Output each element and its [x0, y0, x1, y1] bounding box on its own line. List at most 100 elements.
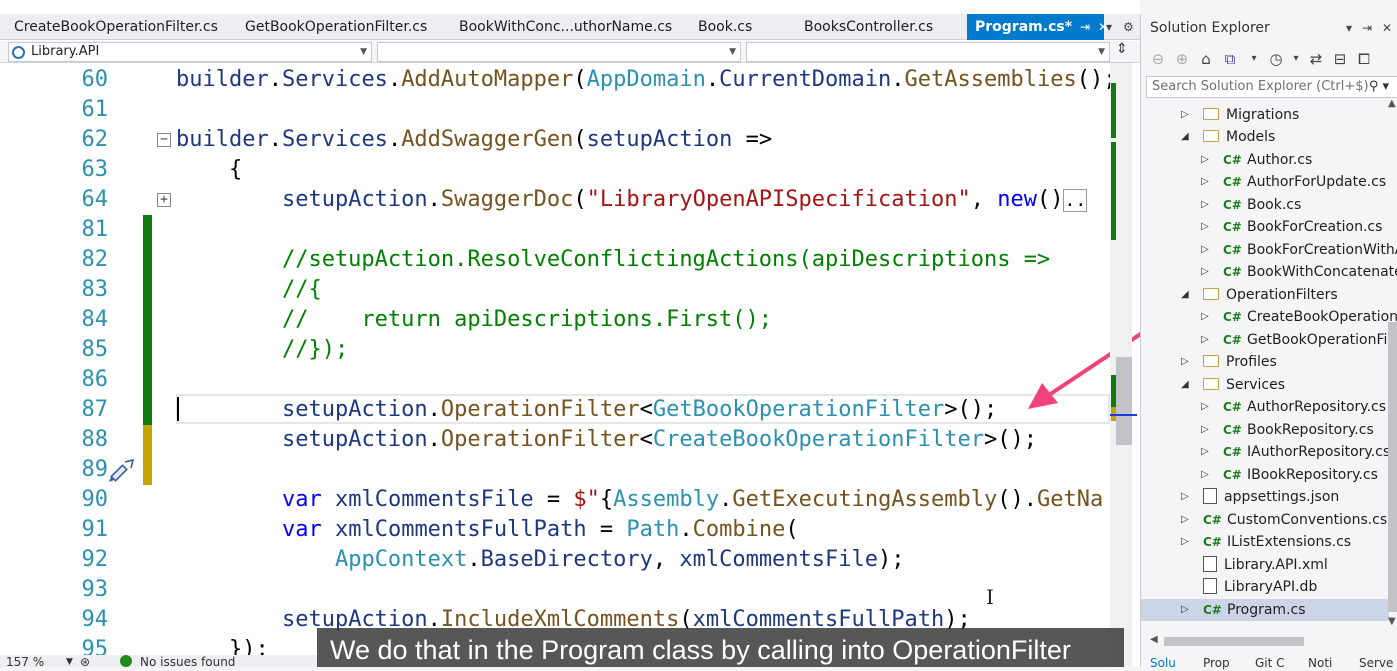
- pending-changes-icon[interactable]: ◷: [1267, 50, 1285, 68]
- tab-getbookoperationfilter[interactable]: GetBookOperationFilter.cs: [231, 14, 427, 40]
- csharp-file-icon: C#: [1203, 603, 1222, 617]
- tab-book[interactable]: Book.cs: [684, 14, 752, 40]
- split-editor-icon[interactable]: ⇕: [1116, 41, 1128, 57]
- tree-folder-models[interactable]: ◢ Models: [1181, 126, 1275, 148]
- tree-item-library-api-xml[interactable]: Library.API.xml: [1181, 554, 1328, 576]
- video-caption: We do that in the Program class by calli…: [317, 628, 1124, 667]
- line-number: 92: [81, 547, 109, 572]
- tree-item-bookforcreation[interactable]: ▷ C# BookForCreation.cs: [1201, 216, 1382, 238]
- pin-icon[interactable]: ⇥: [1080, 20, 1090, 34]
- code-line: 62− builder.Services.AddSwaggerGen(setupA…: [0, 125, 1110, 155]
- tree-item-book[interactable]: ▷ C# Book.cs: [1201, 194, 1301, 216]
- editor-scrollbar-thumb[interactable]: [1116, 357, 1132, 445]
- current-line-highlight: [176, 394, 1110, 424]
- tab-notifications[interactable]: Noti: [1308, 655, 1332, 671]
- tree-item-authorforupdate[interactable]: ▷ C# AuthorForUpdate.cs: [1201, 171, 1386, 193]
- tree-item-bookforcreationwithauthor[interactable]: ▷ C# BookForCreationWithAı: [1201, 239, 1397, 261]
- pin-icon[interactable]: ⇥: [1362, 14, 1372, 40]
- line-number: 61: [81, 97, 109, 122]
- tab-program[interactable]: Program.cs* ⇥ ✕: [967, 14, 1108, 40]
- tree-item-author[interactable]: ▷ C# Author.cs: [1201, 149, 1312, 171]
- csharp-file-icon: C#: [1223, 468, 1242, 482]
- tab-git-changes[interactable]: Git C: [1255, 655, 1285, 671]
- sync-icon[interactable]: ⇄: [1307, 50, 1325, 68]
- tree-item-label: Library.API.xml: [1224, 557, 1328, 573]
- tree-item-ilistextensions[interactable]: ▷ C# IListExtensions.cs: [1181, 531, 1351, 553]
- show-all-files-icon[interactable]: ⧠: [1355, 50, 1373, 68]
- line-number: 60: [81, 67, 109, 92]
- tree-item-ibookrepository[interactable]: ▷ C# IBookRepository.cs: [1201, 464, 1378, 486]
- csharp-file-icon: C#: [1223, 333, 1242, 347]
- close-icon[interactable]: ✕: [1382, 14, 1392, 40]
- tree-item-label: Services: [1226, 377, 1286, 393]
- tab-properties[interactable]: Prop: [1203, 655, 1230, 671]
- change-marker: [143, 335, 152, 365]
- solution-explorer-scrollbar-thumb[interactable]: [1388, 322, 1397, 612]
- project-dropdown[interactable]: Library.API ▼: [8, 42, 372, 62]
- tree-item-label: BookForCreationWithAı: [1247, 242, 1397, 258]
- tab-program-label: Program.cs*: [975, 19, 1073, 35]
- search-icon[interactable]: ⚲ ▾: [1369, 77, 1389, 97]
- csharp-file-icon: C#: [1223, 310, 1242, 324]
- scroll-down-icon[interactable]: ▼: [1388, 616, 1396, 627]
- change-marker: [143, 215, 152, 245]
- code-line: 88 setupAction.OperationFilter<CreateBoo…: [0, 425, 1110, 455]
- tree-item-customconventions[interactable]: ▷ C# CustomConventions.cs: [1181, 509, 1387, 531]
- home-icon[interactable]: ⌂: [1197, 50, 1215, 68]
- tree-folder-migrations[interactable]: ▷ Migrations: [1181, 104, 1299, 126]
- chevron-down-icon[interactable]: ▾: [1245, 50, 1263, 68]
- back-icon[interactable]: ⊖: [1149, 50, 1167, 68]
- editor-status-bar: 157 % ▼ ⊛ No issues found: [0, 655, 320, 669]
- collapse-icon[interactable]: −: [157, 133, 171, 147]
- project-dropdown-value: Library.API: [31, 44, 100, 59]
- tab-bookscontroller[interactable]: BooksController.cs: [790, 14, 933, 40]
- gear-icon[interactable]: ⚙: [1123, 14, 1134, 40]
- tree-item-authorrepository[interactable]: ▷ C# AuthorRepository.cs: [1201, 396, 1386, 418]
- collapse-all-icon[interactable]: ⊟: [1331, 50, 1349, 68]
- tab-solution-explorer[interactable]: Solu: [1150, 655, 1176, 671]
- line-number: 94: [81, 607, 109, 632]
- switch-views-icon[interactable]: ⧉: [1221, 50, 1239, 68]
- change-marker: [143, 305, 152, 335]
- solution-explorer-hscrollbar-thumb[interactable]: [1164, 637, 1304, 646]
- tree-item-libraryapi-db[interactable]: LibraryAPI.db: [1181, 576, 1317, 598]
- quick-actions-icon[interactable]: [105, 458, 137, 486]
- scroll-up-icon[interactable]: ▲: [1388, 98, 1396, 109]
- line-number: 90: [81, 487, 109, 512]
- chevron-down-icon: ▼: [1098, 47, 1105, 57]
- tree-item-appsettings[interactable]: ▷ appsettings.json: [1181, 486, 1339, 508]
- line-number: 84: [81, 307, 109, 332]
- tree-folder-operationfilters[interactable]: ◢ OperationFilters: [1181, 284, 1338, 306]
- tree-item-label: AuthorForUpdate.cs: [1247, 174, 1387, 190]
- tab-server-explorer[interactable]: Serve: [1359, 655, 1393, 671]
- db-file-icon: [1203, 578, 1217, 594]
- tree-folder-profiles[interactable]: ▷ Profiles: [1181, 351, 1277, 373]
- chevron-down-icon[interactable]: ▾: [1287, 50, 1305, 68]
- type-dropdown[interactable]: ▼: [377, 42, 741, 62]
- tree-item-program[interactable]: ▷ C# Program.cs: [1141, 599, 1389, 621]
- chevron-down-icon[interactable]: ▾: [1346, 14, 1352, 40]
- search-placeholder: Search Solution Explorer (Ctrl+$): [1152, 79, 1369, 94]
- tree-folder-services[interactable]: ◢ Services: [1181, 374, 1285, 396]
- tree-item-createbookoperationfilter[interactable]: ▷ C# CreateBookOperationFi: [1201, 306, 1397, 328]
- member-dropdown[interactable]: ▼: [746, 42, 1110, 62]
- line-number: 86: [81, 367, 109, 392]
- expand-icon[interactable]: +: [157, 193, 171, 207]
- csharp-file-icon: C#: [1223, 265, 1242, 279]
- tree-item-getbookoperationfilter[interactable]: ▷ C# GetBookOperationFilter: [1201, 329, 1397, 351]
- tab-bookwithconcatenatedauthorname[interactable]: BookWithConc...uthorName.cs: [445, 14, 672, 40]
- tree-item-bookwithconcatenated[interactable]: ▷ C# BookWithConcatenatec: [1201, 261, 1397, 283]
- tree-item-bookrepository[interactable]: ▷ C# BookRepository.cs: [1201, 419, 1374, 441]
- tab-createbookoperationfilter[interactable]: CreateBookOperationFilter.cs: [0, 14, 218, 40]
- code-line: 84 // return apiDescriptions.First();: [0, 305, 1110, 335]
- forward-icon[interactable]: ⊕: [1173, 50, 1191, 68]
- folder-icon: [1203, 355, 1219, 367]
- code-line: 61: [0, 95, 1110, 125]
- tree-item-iauthorrepository[interactable]: ▷ C# IAuthorRepository.cs: [1201, 441, 1390, 463]
- change-marker: [143, 455, 152, 485]
- code-area[interactable]: 60 builder.Services.AddAutoMapper(AppDoma…: [0, 63, 1110, 667]
- solution-explorer-search[interactable]: Search Solution Explorer (Ctrl+$) ⚲ ▾: [1146, 76, 1397, 98]
- tab-overflow-icon[interactable]: ▾: [1106, 14, 1112, 40]
- code-line: 93: [0, 575, 1110, 605]
- scroll-left-icon[interactable]: ◀: [1150, 634, 1158, 645]
